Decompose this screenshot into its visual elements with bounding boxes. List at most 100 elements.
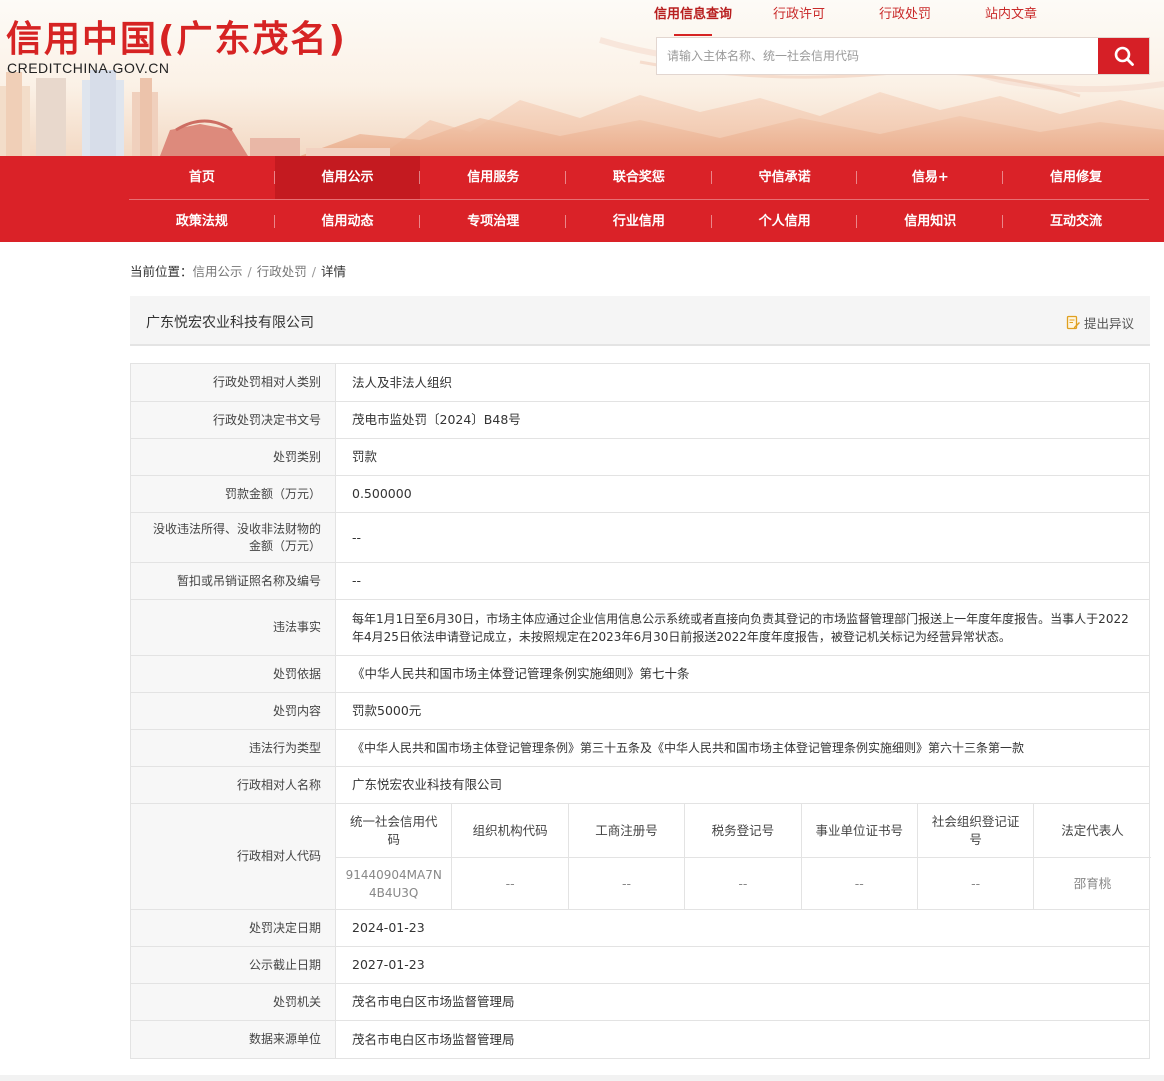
table-row: 处罚依据 《中华人民共和国市场主体登记管理条例实施细则》第七十条 <box>131 656 1149 693</box>
nav-item-home[interactable]: 首页 <box>129 156 275 199</box>
nav-item-credit-knowledge[interactable]: 信用知识 <box>857 200 1003 243</box>
breadcrumb-admin-penalty[interactable]: 行政处罚 <box>257 264 307 279</box>
subtable-cell: -- <box>802 858 918 909</box>
table-row: 暂扣或吊销证照名称及编号 -- <box>131 563 1149 600</box>
table-row: 行政处罚相对人类别 法人及非法人组织 <box>131 364 1149 402</box>
field-value: 罚款 <box>352 449 378 464</box>
top-links: 信用信息查询 行政许可 行政处罚 站内文章 <box>640 6 1130 36</box>
subtable-row: 91440904MA7N4B4U3Q -- -- -- -- -- 邵育桃 <box>336 858 1151 909</box>
top-link-admin-penalty[interactable]: 行政处罚 <box>852 6 958 30</box>
nav-item-policy[interactable]: 政策法规 <box>129 200 275 243</box>
search-button[interactable] <box>1098 38 1149 74</box>
edit-document-icon <box>1066 315 1080 330</box>
breadcrumb-separator: / <box>247 264 252 279</box>
nav-item-credit-service[interactable]: 信用服务 <box>420 156 566 199</box>
nav-row-1: 首页 信用公示 信用服务 联合奖惩 守信承诺 信易+ 信用修复 <box>129 156 1149 199</box>
table-row: 违法行为类型 《中华人民共和国市场主体登记管理条例》第三十五条及《中华人民共和国… <box>131 730 1149 767</box>
top-link-site-articles[interactable]: 站内文章 <box>958 6 1064 30</box>
nav-item-xinyi-plus[interactable]: 信易+ <box>857 156 1003 199</box>
nav-item-credit-publicity[interactable]: 信用公示 <box>274 156 421 199</box>
raise-objection-label: 提出异议 <box>1083 316 1134 331</box>
table-row: 处罚内容 罚款5000元 <box>131 693 1149 730</box>
nav-item-industry-credit[interactable]: 行业信用 <box>566 200 712 243</box>
breadcrumb-separator: / <box>311 264 316 279</box>
nav-item-credit-commitment[interactable]: 守信承诺 <box>712 156 858 199</box>
nav-item-personal-credit[interactable]: 个人信用 <box>712 200 858 243</box>
breadcrumb-credit-publicity[interactable]: 信用公示 <box>193 264 243 279</box>
field-value: 茂电市监处罚〔2024〕B48号 <box>352 412 521 427</box>
field-value: 法人及非法人组织 <box>352 374 453 390</box>
field-value: 2027-01-23 <box>352 957 425 972</box>
field-value: 罚款5000元 <box>352 703 422 718</box>
subtable-cell: -- <box>569 858 686 909</box>
field-label: 违法事实 <box>131 600 336 655</box>
subtable-header-cell: 统一社会信用代码 <box>336 804 453 857</box>
nav-item-joint-reward-punishment[interactable]: 联合奖惩 <box>566 156 712 199</box>
nav-item-special-governance[interactable]: 专项治理 <box>420 200 566 243</box>
table-row: 没收违法所得、没收非法财物的金额（万元） -- <box>131 513 1149 563</box>
field-label: 数据来源单位 <box>131 1021 336 1058</box>
subtable-header-cell: 事业单位证书号 <box>802 804 918 857</box>
field-label: 行政相对人代码 <box>131 804 336 909</box>
subtable-cell: 邵育桃 <box>1073 875 1112 891</box>
nav-item-credit-repair[interactable]: 信用修复 <box>1003 156 1149 199</box>
table-row: 处罚机关 茂名市电白区市场监督管理局 <box>131 984 1149 1021</box>
field-value: 每年1月1日至6月30日，市场主体应通过企业信用信息公示系统或者直接向负责其登记… <box>352 611 1129 644</box>
field-value: 茂名市电白区市场监督管理局 <box>352 994 515 1009</box>
table-row: 公示截止日期 2027-01-23 <box>131 947 1149 984</box>
field-value: 2024-01-23 <box>352 920 425 935</box>
penalty-detail-table: 行政处罚相对人类别 法人及非法人组织 行政处罚决定书文号 茂电市监处罚〔2024… <box>130 363 1151 1059</box>
table-row: 行政处罚决定书文号 茂电市监处罚〔2024〕B48号 <box>131 402 1149 439</box>
subtable-cell: 91440904MA7N4B4U3Q <box>336 858 453 909</box>
field-label: 行政相对人名称 <box>131 767 336 803</box>
table-row: 处罚类别 罚款 <box>131 439 1149 476</box>
table-row: 处罚决定日期 2024-01-23 <box>131 910 1149 947</box>
table-row: 违法事实 每年1月1日至6月30日，市场主体应通过企业信用信息公示系统或者直接向… <box>131 600 1149 656</box>
site-header: 信用中国(广东茂名) CREDITCHINA.GOV.CN 信用信息查询 行政许… <box>0 0 1164 156</box>
nav-item-interaction[interactable]: 互动交流 <box>1003 200 1149 243</box>
field-value: -- <box>352 529 362 545</box>
top-link-credit-query[interactable]: 信用信息查询 <box>640 6 746 36</box>
record-title-bar: 广东悦宏农业科技有限公司 提出异议 <box>130 296 1150 346</box>
field-value: 茂名市电白区市场监督管理局 <box>352 1031 515 1047</box>
table-row: 行政相对人名称 广东悦宏农业科技有限公司 <box>131 767 1149 804</box>
field-value: 《中华人民共和国市场主体登记管理条例》第三十五条及《中华人民共和国市场主体登记管… <box>352 741 1025 755</box>
table-row: 罚款金额（万元） 0.500000 <box>131 476 1149 513</box>
page-title: 广东悦宏农业科技有限公司 <box>146 315 314 331</box>
main-nav: 首页 信用公示 信用服务 联合奖惩 守信承诺 信易+ 信用修复 政策法规 信用动… <box>0 156 1164 242</box>
subtable-cell: -- <box>685 858 802 909</box>
subtable-header-cell: 法定代表人 <box>1061 822 1124 838</box>
field-label: 暂扣或吊销证照名称及编号 <box>131 563 336 599</box>
subtable-cell: -- <box>452 858 569 909</box>
party-code-subtable: 统一社会信用代码 组织机构代码 工商注册号 税务登记号 事业单位证书号 社会组织… <box>336 804 1151 909</box>
table-row: 行政相对人代码 统一社会信用代码 组织机构代码 工商注册号 税务登记号 事业单位… <box>131 804 1151 910</box>
field-label: 处罚机关 <box>131 984 336 1020</box>
search-input[interactable] <box>657 38 1099 74</box>
subtable-header: 统一社会信用代码 组织机构代码 工商注册号 税务登记号 事业单位证书号 社会组织… <box>336 804 1151 858</box>
field-label: 罚款金额（万元） <box>131 476 336 512</box>
field-label: 处罚内容 <box>131 693 336 729</box>
subtable-header-cell: 社会组织登记证号 <box>918 804 1035 857</box>
search-box <box>656 37 1150 75</box>
field-value: 0.500000 <box>352 486 412 501</box>
field-label: 公示截止日期 <box>131 947 336 983</box>
breadcrumb-current: 详情 <box>320 264 346 279</box>
field-label: 行政处罚决定书文号 <box>131 402 336 438</box>
site-domain: CREDITCHINA.GOV.CN <box>7 60 170 76</box>
field-value: -- <box>352 573 362 588</box>
table-row: 数据来源单位 茂名市电白区市场监督管理局 <box>131 1021 1149 1058</box>
top-link-admin-license[interactable]: 行政许可 <box>746 6 852 30</box>
subtable-header-cell: 组织机构代码 <box>452 804 569 857</box>
field-label: 没收违法所得、没收非法财物的金额（万元） <box>131 513 336 562</box>
nav-row-2: 政策法规 信用动态 专项治理 行业信用 个人信用 信用知识 互动交流 <box>129 200 1149 242</box>
search-icon <box>1114 46 1134 66</box>
field-label: 处罚依据 <box>131 656 336 692</box>
site-logo[interactable]: 信用中国(广东茂名) <box>6 10 347 62</box>
nav-item-credit-news[interactable]: 信用动态 <box>275 200 421 243</box>
subtable-header-cell: 税务登记号 <box>685 804 802 857</box>
field-label: 行政处罚相对人类别 <box>131 364 336 401</box>
raise-objection-button[interactable]: 提出异议 <box>1066 313 1134 332</box>
field-value: 广东悦宏农业科技有限公司 <box>352 777 503 792</box>
field-value: 《中华人民共和国市场主体登记管理条例实施细则》第七十条 <box>352 666 690 681</box>
field-label: 违法行为类型 <box>131 730 336 766</box>
